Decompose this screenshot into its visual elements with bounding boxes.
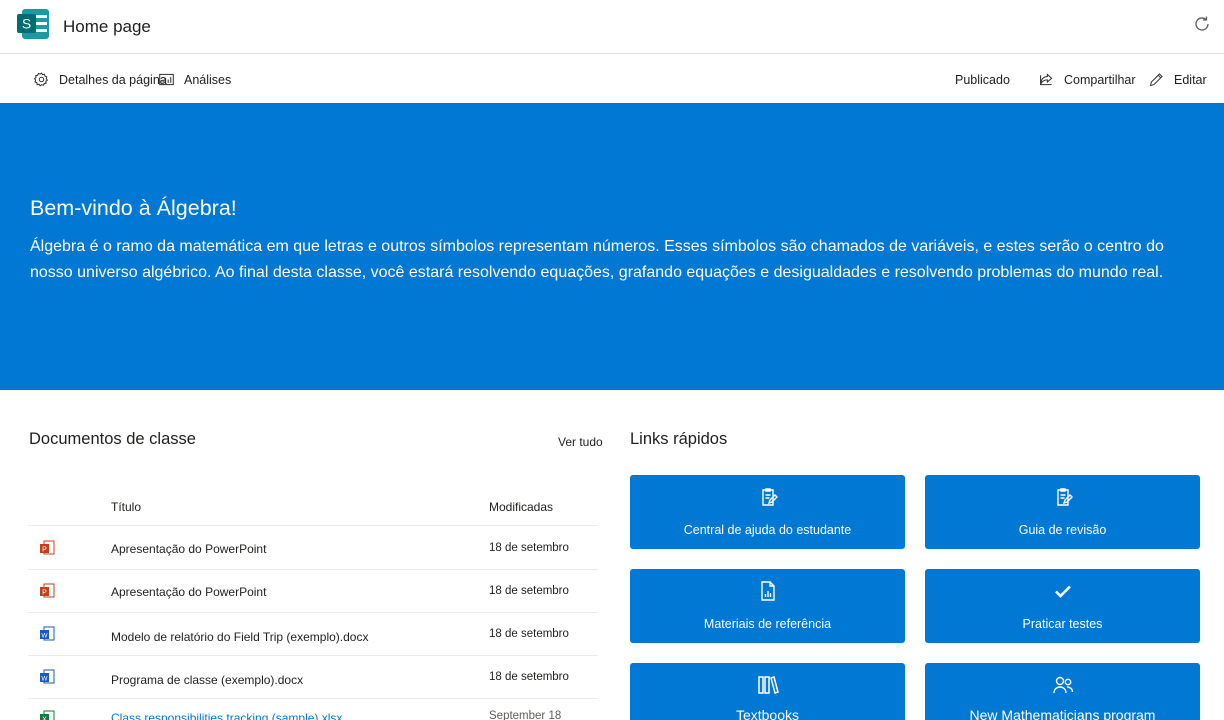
gear-icon [33,72,49,87]
quick-link-textbooks[interactable]: Textbooks [630,663,905,720]
edit-label: Editar [1174,72,1207,87]
report-document-icon [760,581,775,601]
quick-link-label: Praticar testes [1022,617,1103,631]
table-row[interactable]: W Modelo de relatório do Field Trip (exe… [28,613,598,656]
quick-links-title: Links rápidos [630,430,728,448]
svg-text:S: S [22,16,31,32]
chart-icon [159,73,174,86]
clipboard-edit-icon [761,488,778,506]
document-modified: 18 de setembro [489,628,569,640]
site-title[interactable]: Home page [63,17,151,37]
published-status: Publicado [955,73,1010,87]
people-icon [1052,676,1073,694]
table-row[interactable]: P Apresentação do PowerPoint 18 de setem… [28,570,598,613]
word-file-icon: W [40,626,55,641]
svg-text:P: P [42,589,47,596]
document-modified: 18 de setembro [489,585,569,597]
quick-link-new-mathematicians[interactable]: New Mathematicians program [925,663,1200,720]
hero-title: Bem-vindo à Álgebra! [30,196,237,220]
table-row[interactable]: X Class responsibilities tracking (sampl… [28,699,598,720]
published-label: Publicado [955,73,1010,87]
svg-text:W: W [41,675,48,682]
suite-header: S Home page [0,0,1224,54]
quick-link-practice-tests[interactable]: Praticar testes [925,569,1200,643]
document-modified: September 18 [489,710,562,720]
checkmark-icon [1054,585,1071,598]
analytics-button[interactable]: Análises [158,71,231,88]
clipboard-edit-icon [1056,488,1073,506]
column-header-title[interactable]: Título [111,500,141,514]
document-name[interactable]: Class responsibilities tracking (sample)… [111,711,342,720]
command-bar: Detalhes da página Análises Publicado Co… [0,55,1224,102]
document-modified: 18 de setembro [489,671,569,683]
table-row[interactable]: P Apresentação do PowerPoint 18 de setem… [28,527,598,570]
quick-link-reference-materials[interactable]: Materiais de referência [630,569,905,643]
quick-link-label: Central de ajuda do estudante [683,523,852,537]
analytics-label: Análises [184,72,232,87]
powerpoint-file-icon: P [40,583,55,598]
pencil-icon [1149,73,1163,87]
svg-text:W: W [41,632,48,639]
quick-link-label: Textbooks [735,707,800,720]
word-file-icon: W [40,669,55,684]
document-modified: 18 de setembro [489,542,569,554]
refresh-icon[interactable] [1192,14,1212,34]
powerpoint-file-icon: P [40,540,55,555]
table-row[interactable]: W Programa de classe (exemplo).docx 18 d… [28,656,598,699]
document-name[interactable]: Programa de classe (exemplo).docx [111,673,303,687]
quick-link-label: Materiais de referência [703,617,832,631]
svg-text:P: P [42,546,47,553]
documents-header-row: Título Modificadas [28,488,598,526]
excel-file-icon: X [40,710,55,720]
quick-link-review-guide[interactable]: Guia de revisão [925,475,1200,549]
svg-text:X: X [42,716,47,720]
share-button[interactable]: Compartilhar [1038,71,1136,88]
library-books-icon [757,676,779,694]
quick-link-label: New Mathematicians program [969,707,1156,720]
quick-link-label: Guia de revisão [1018,523,1107,537]
document-name[interactable]: Apresentação do PowerPoint [111,585,266,599]
column-header-modified[interactable]: Modificadas [489,500,553,514]
document-name[interactable]: Apresentação do PowerPoint [111,542,266,556]
quick-link-student-help[interactable]: Central de ajuda do estudante [630,475,905,549]
share-label: Compartilhar [1064,72,1136,87]
edit-button[interactable]: Editar [1148,71,1207,88]
see-all-link[interactable]: Ver tudo [558,435,603,449]
page-details-button[interactable]: Detalhes da página [33,71,167,88]
page-details-label: Detalhes da página [59,72,167,87]
share-icon [1040,73,1053,86]
sharepoint-logo-icon[interactable]: S [16,6,52,42]
document-name[interactable]: Modelo de relatório do Field Trip (exemp… [111,630,368,644]
hero-banner: Bem-vindo à Álgebra! Álgebra é o ramo da… [0,103,1224,390]
documents-title: Documentos de classe [29,430,196,448]
hero-text: Álgebra é o ramo da matemática em que le… [30,238,1164,281]
